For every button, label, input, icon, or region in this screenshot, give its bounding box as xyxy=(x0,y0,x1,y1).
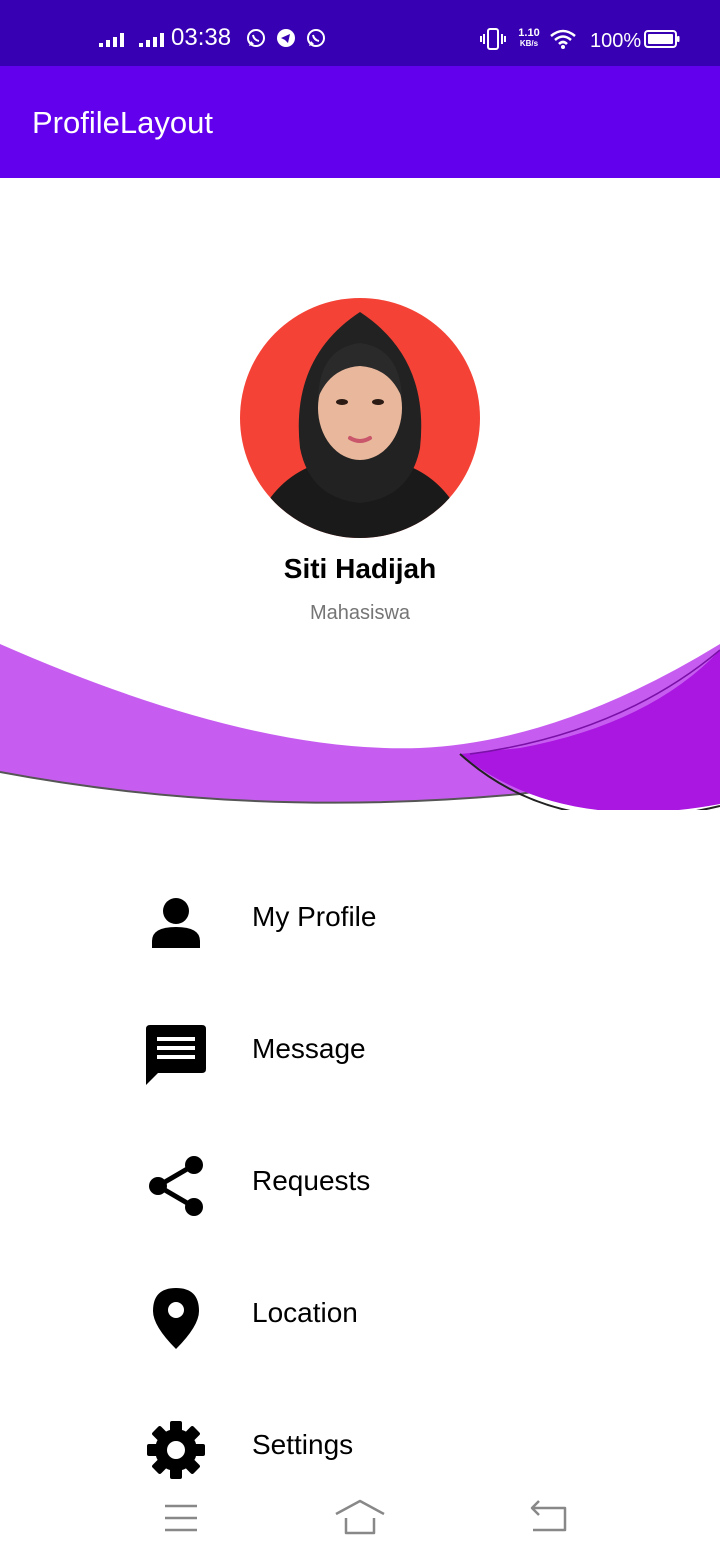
back-icon[interactable] xyxy=(521,1496,577,1540)
person-icon xyxy=(152,898,200,948)
menu-label: My Profile xyxy=(252,901,377,932)
wifi-icon xyxy=(550,29,576,49)
menu-icon[interactable] xyxy=(153,1496,209,1540)
menu-item-location[interactable]: Location xyxy=(140,1278,580,1358)
gear-icon xyxy=(147,1421,205,1479)
vibrate-icon xyxy=(480,28,506,50)
menu-label: Requests xyxy=(252,1165,371,1196)
location-pin-icon xyxy=(153,1288,199,1349)
profile-role: Mahasiswa xyxy=(309,602,411,624)
status-time: 03:38 xyxy=(171,24,232,51)
speed-unit: KB/s xyxy=(519,39,539,48)
menu-label: Settings xyxy=(252,1429,354,1460)
profile-name: Siti Hadijah xyxy=(283,553,437,584)
menu-item-my-profile[interactable]: My Profile xyxy=(140,882,580,962)
whatsapp-icon xyxy=(307,29,325,47)
message-icon xyxy=(146,1025,206,1085)
menu-label: Message xyxy=(252,1033,366,1064)
battery-icon xyxy=(644,30,680,48)
telegram-icon xyxy=(277,29,295,47)
header-wave xyxy=(0,644,720,810)
whatsapp-icon xyxy=(247,29,265,47)
speed-value: 1.10 xyxy=(518,27,540,39)
battery-percent: 100% xyxy=(590,30,642,52)
share-icon xyxy=(149,1156,203,1216)
home-icon[interactable] xyxy=(332,1496,388,1540)
profile-photo xyxy=(240,298,480,538)
app-title: ProfileLayout xyxy=(32,105,213,140)
profile-avatar[interactable] xyxy=(240,298,480,538)
signal-icon xyxy=(99,33,124,47)
menu-item-settings[interactable]: Settings xyxy=(140,1410,580,1490)
network-speed: 1.10 KB/s xyxy=(514,27,544,49)
menu-label: Location xyxy=(252,1297,358,1328)
menu-item-requests[interactable]: Requests xyxy=(140,1146,580,1226)
status-bar: 03:38 1.10 KB/s 100% xyxy=(0,0,720,66)
menu-item-message[interactable]: Message xyxy=(140,1014,580,1094)
signal-icon xyxy=(139,33,164,47)
